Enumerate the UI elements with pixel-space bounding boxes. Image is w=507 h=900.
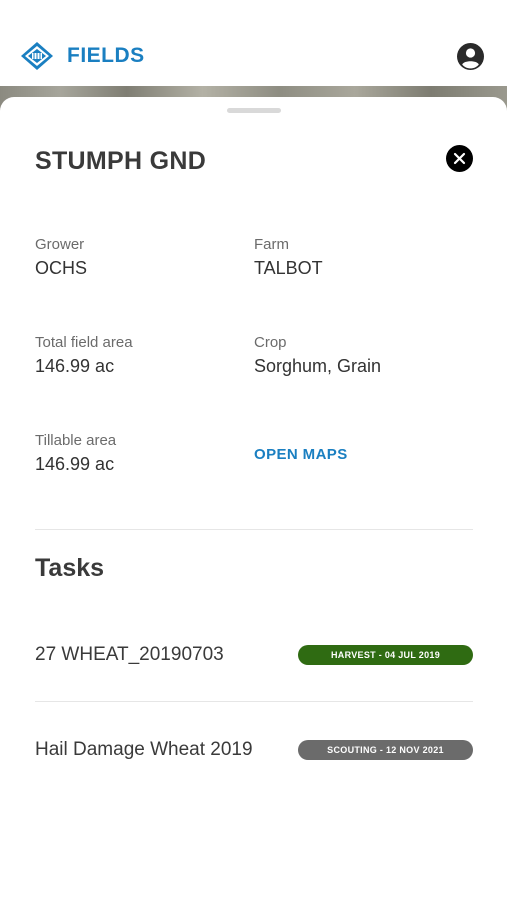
task-name: 27 WHEAT_20190703 [35,644,224,665]
tillable-area-value: 146.99 ac [35,454,115,474]
fields-logo-icon[interactable] [20,41,54,71]
field-details-sheet: STUMPH GND Grower OCHS Farm TALBOT Total… [0,97,507,900]
task-row[interactable]: 27 WHEAT_20190703 HARVEST - 04 JUL 2019 [0,627,507,683]
open-maps-link[interactable]: OPEN MAPS [254,446,348,463]
app-title: FIELDS [67,44,145,67]
account-circle-icon[interactable] [456,42,485,71]
task-status-badge: SCOUTING - 12 NOV 2021 [298,740,473,760]
crop-label: Crop [254,334,287,351]
total-area-label: Total field area [35,334,133,351]
sheet-drag-handle[interactable] [227,108,281,113]
task-status-badge: HARVEST - 04 JUL 2019 [298,645,473,665]
section-divider [35,529,473,530]
tillable-area-label: Tillable area [35,432,117,449]
task-row[interactable]: Hail Damage Wheat 2019 SCOUTING - 12 NOV… [0,722,507,778]
app-header: FIELDS [0,0,507,88]
grower-label: Grower [35,236,85,253]
farm-value: TALBOT [254,258,323,278]
field-name-title: STUMPH GND [35,147,207,175]
task-divider [35,701,473,702]
crop-value: Sorghum, Grain [254,356,382,376]
tasks-heading: Tasks [35,554,105,582]
close-icon [453,152,466,165]
task-name: Hail Damage Wheat 2019 [35,739,253,760]
total-area-value: 146.99 ac [35,356,115,376]
close-button[interactable] [446,145,473,172]
farm-label: Farm [254,236,289,253]
grower-value: OCHS [35,258,88,278]
